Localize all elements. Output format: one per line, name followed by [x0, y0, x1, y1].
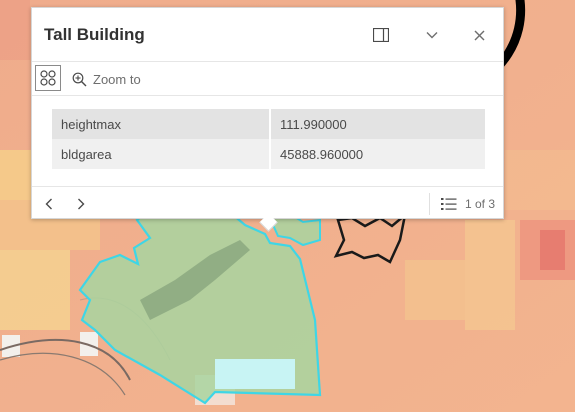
chevron-down-icon — [426, 32, 438, 39]
feature-list-icon — [440, 198, 457, 210]
chevron-left-icon — [45, 198, 52, 210]
feature-count-label: 1 of 3 — [464, 197, 495, 211]
footer-divider — [429, 193, 430, 215]
popup-toolbar: Zoom to — [32, 62, 503, 96]
popup-title: Tall Building — [44, 25, 145, 44]
zoom-to-button[interactable]: Zoom to — [72, 68, 141, 90]
field-value: 111.990000 — [270, 109, 485, 139]
dock-button[interactable] — [368, 22, 394, 48]
dock-panel-icon — [373, 28, 389, 42]
field-name: bldgarea — [52, 139, 271, 169]
table-row: heightmax 111.990000 — [52, 109, 485, 139]
zoom-to-label: Zoom to — [93, 71, 141, 87]
popup-header: Tall Building — [32, 8, 503, 62]
feature-list-button[interactable]: 1 of 3 — [440, 193, 495, 215]
close-button[interactable] — [466, 22, 492, 48]
field-value: 45888.960000 — [270, 139, 485, 169]
select-features-icon — [40, 70, 56, 86]
building-highlight — [215, 359, 295, 389]
close-icon — [474, 30, 484, 40]
chevron-right-icon — [78, 198, 85, 210]
feature-popup: Tall Building Zoom to heightmax 111.9900… — [31, 7, 504, 219]
previous-feature-button[interactable] — [38, 193, 60, 215]
select-features-button[interactable] — [35, 65, 61, 91]
field-name: heightmax — [52, 109, 271, 139]
collapse-button[interactable] — [419, 22, 445, 48]
table-row: bldgarea 45888.960000 — [52, 139, 485, 169]
zoom-in-icon — [72, 72, 87, 86]
attribute-table: heightmax 111.990000 bldgarea 45888.9600… — [52, 109, 485, 169]
next-feature-button[interactable] — [70, 193, 92, 215]
